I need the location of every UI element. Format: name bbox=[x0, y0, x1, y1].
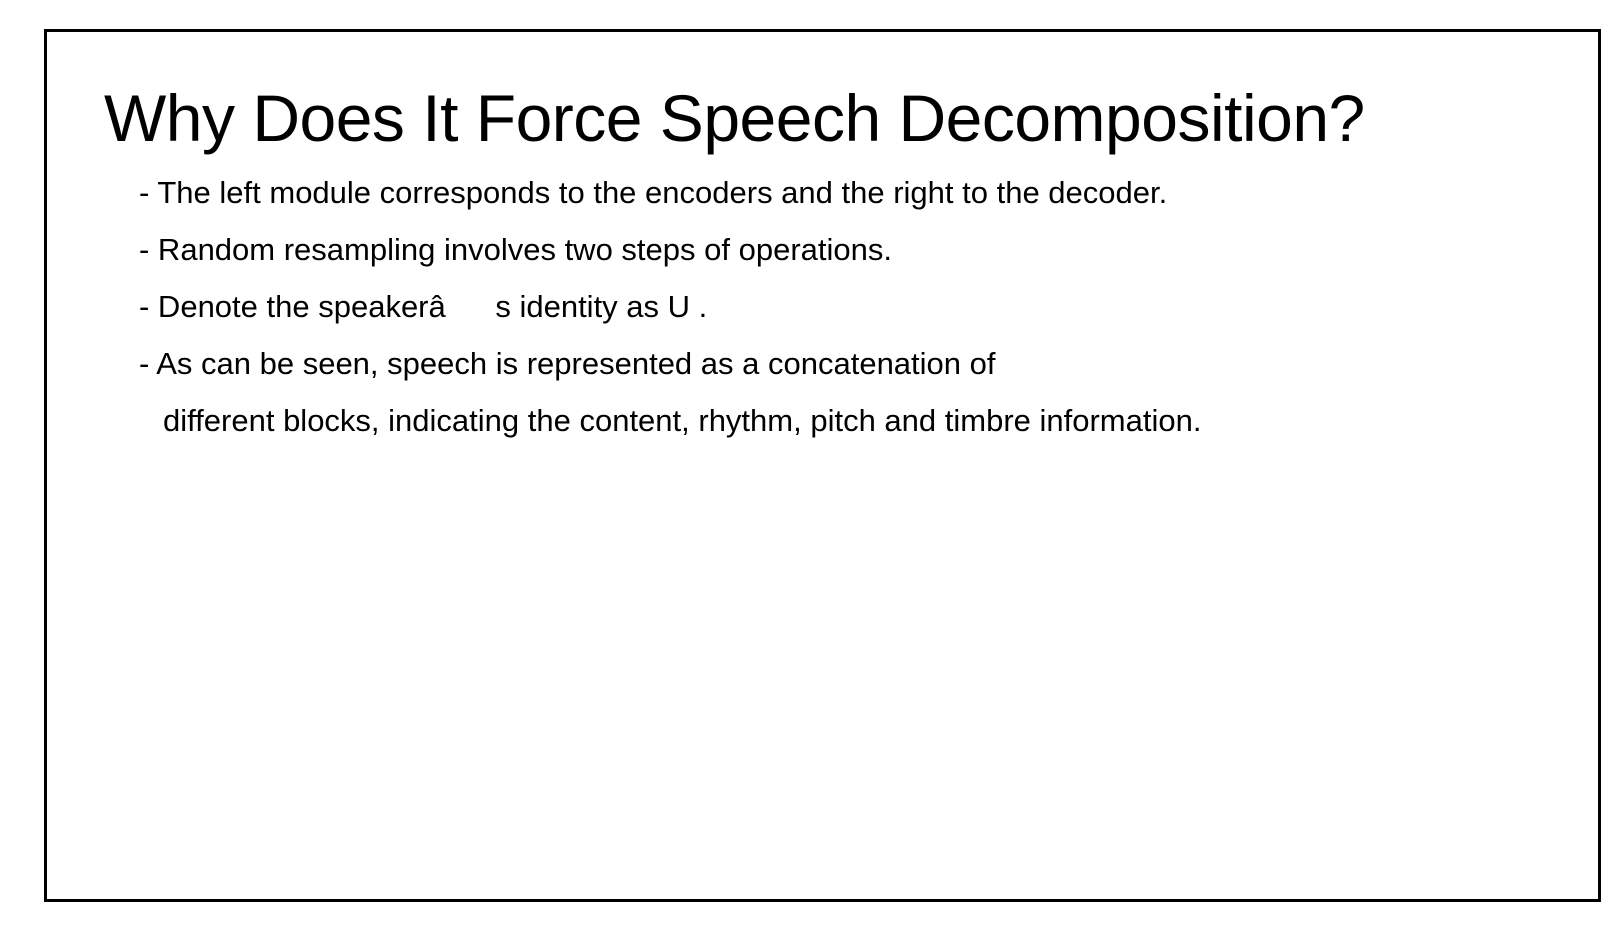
slide-frame: Why Does It Force Speech Decomposition? … bbox=[44, 29, 1601, 902]
bullet-list: - The left module corresponds to the enc… bbox=[139, 164, 1201, 449]
bullet-continuation: different blocks, indicating the content… bbox=[163, 403, 1202, 438]
slide-title: Why Does It Force Speech Decomposition? bbox=[104, 81, 1365, 155]
bullet-item: - Denote the speakerâs identity as U . bbox=[139, 289, 708, 324]
bullet-item: - The left module corresponds to the enc… bbox=[139, 175, 1168, 210]
bullet-item: - Random resampling involves two steps o… bbox=[139, 232, 892, 267]
bullet-item: - As can be seen, speech is represented … bbox=[139, 346, 996, 381]
